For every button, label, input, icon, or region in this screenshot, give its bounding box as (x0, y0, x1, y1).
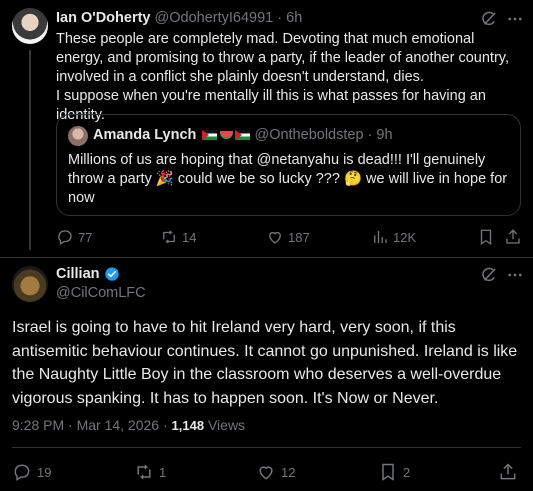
quote-avatar (68, 126, 88, 146)
views-button[interactable]: 12K (371, 228, 416, 246)
bookmark-icon[interactable] (477, 228, 495, 246)
heart-icon (256, 462, 276, 482)
repost-icon (134, 462, 154, 482)
avatar[interactable] (12, 8, 48, 44)
reply-count: 77 (78, 229, 93, 245)
share-icon[interactable] (498, 462, 518, 482)
separator: · (367, 127, 373, 143)
repost-count: 14 (182, 229, 197, 245)
quote-text: Millions of us are hoping that @netanyah… (68, 152, 508, 206)
quote-header: Amanda Lynch @Ontheboldstep · 9h (93, 127, 393, 143)
author-handle[interactable]: @CilComLFC (56, 285, 146, 301)
bookmark-icon (378, 462, 398, 482)
tweet-meta: 9:28 PM · Mar 14, 2026 · 1,148 Views (12, 417, 245, 433)
analytics-icon (371, 228, 389, 246)
like-count: 187 (288, 229, 310, 245)
like-button[interactable]: 12 (256, 462, 295, 482)
grok-icon[interactable] (480, 10, 498, 28)
repost-button[interactable]: 1 (134, 462, 166, 482)
bookmark-button[interactable]: 2 (378, 462, 410, 482)
tweet-header: Ian O'Doherty @OdohertyI64991 · 6h (56, 10, 302, 26)
bookmark-count: 2 (403, 464, 411, 480)
repost-count: 1 (159, 464, 167, 480)
watermelon-icon (220, 131, 234, 140)
palestine-flag-icon (235, 130, 251, 141)
verified-badge-icon[interactable] (104, 266, 120, 282)
quote-author-name: Amanda Lynch (93, 127, 197, 143)
tweet-time[interactable]: 6h (286, 10, 302, 26)
author-name[interactable]: Cillian (56, 266, 100, 282)
tweet-text: These people are completely mad. Devotin… (56, 31, 509, 123)
like-count: 12 (281, 464, 296, 480)
action-bar: 77 14 187 12K (56, 228, 526, 248)
quote-author-handle: @Ontheboldstep (254, 127, 364, 143)
reply-button[interactable]: 19 (12, 462, 51, 482)
reply-count: 19 (37, 464, 52, 480)
grok-icon[interactable] (480, 266, 498, 284)
views-count: 1,148 (171, 418, 205, 433)
divider (12, 447, 521, 448)
quoted-tweet[interactable]: Amanda Lynch @Ontheboldstep · 9h Million… (56, 114, 521, 216)
tweet-text: Israel is going to have to hit Ireland v… (12, 319, 518, 407)
timestamp[interactable]: 9:28 PM · Mar 14, 2026 · (12, 417, 172, 433)
like-button[interactable]: 187 (266, 228, 310, 246)
heart-icon (266, 228, 284, 246)
avatar[interactable] (12, 266, 48, 302)
thread-line (29, 50, 31, 250)
quote-time: 9h (376, 127, 393, 143)
author-handle[interactable]: @OdohertyI64991 (155, 10, 274, 26)
views-count: 12K (393, 229, 417, 245)
divider (0, 257, 533, 258)
views-label: Views (207, 417, 246, 433)
more-icon[interactable] (506, 10, 524, 28)
author-name[interactable]: Ian O'Doherty (56, 10, 151, 26)
tweet-parent[interactable]: Ian O'Doherty @OdohertyI64991 · 6h These… (0, 0, 533, 257)
repost-icon (160, 228, 178, 246)
palestine-flag-icon (202, 130, 218, 141)
reply-icon (56, 228, 74, 246)
repost-button[interactable]: 14 (160, 228, 196, 246)
share-icon[interactable] (504, 228, 522, 246)
author-name-row: Cillian (56, 266, 120, 282)
more-icon[interactable] (506, 266, 524, 284)
reply-button[interactable]: 77 (56, 228, 92, 246)
reply-icon (12, 462, 32, 482)
separator: · (277, 10, 283, 26)
action-bar: 19 1 12 2 (12, 462, 521, 484)
